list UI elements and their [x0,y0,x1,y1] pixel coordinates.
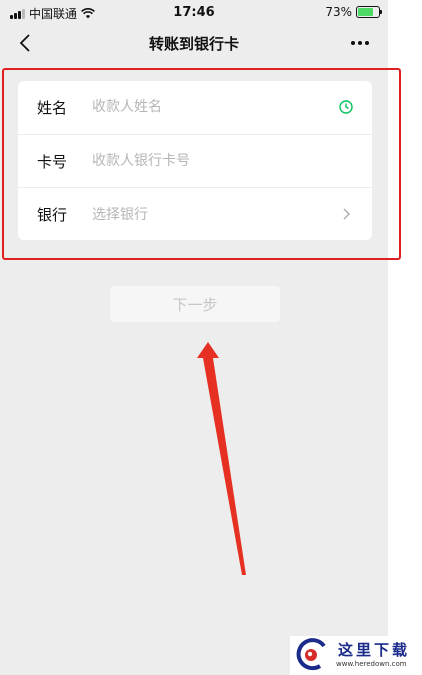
watermark-logo-icon [296,638,326,671]
battery-fill [358,8,373,16]
watermark: 这里下载 www.heredown.com [290,636,422,675]
next-step-button[interactable]: 下一步 [110,286,280,322]
nav-bar: 转账到银行卡 [0,26,388,60]
watermark-text: 这里下载 [338,641,411,659]
battery-icon [356,6,382,18]
watermark-url: www.heredown.com [336,660,407,668]
status-right: 73% [325,5,382,19]
more-dots-icon [351,41,369,45]
annotation-highlight-box [2,68,401,260]
more-button[interactable] [348,32,372,54]
battery-percent: 73% [325,5,352,19]
page-title: 转账到银行卡 [148,35,239,53]
status-bar: 中国联通 17:46 73% [0,0,388,26]
